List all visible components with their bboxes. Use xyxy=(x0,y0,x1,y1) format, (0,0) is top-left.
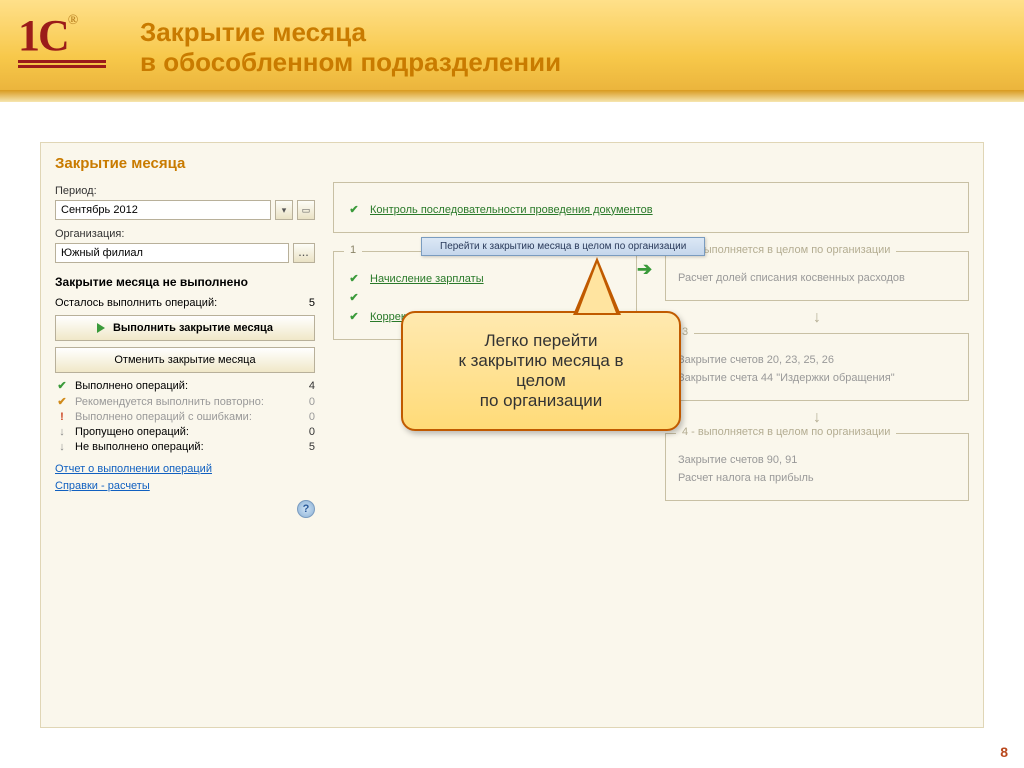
stat-line: ✔Рекомендуется выполнить повторно:0 xyxy=(55,395,315,408)
op-link[interactable]: Закрытие счетов 90, 91 xyxy=(678,454,797,466)
period-label: Период: xyxy=(55,185,315,197)
annotation-callout: Легко перейти к закрытию месяца в целом … xyxy=(401,311,681,431)
context-menu-item[interactable]: Перейти к закрытию месяца в целом по орг… xyxy=(421,237,705,256)
remaining-line: Осталось выполнить операций:5 xyxy=(55,297,315,309)
stage-3-box: 3 Закрытие счетов 20, 23, 25, 26 Закрыти… xyxy=(665,333,969,401)
check-icon: ✔ xyxy=(346,291,362,304)
op-link[interactable]: Закрытие счета 44 "Издержки обращения" xyxy=(678,372,895,384)
stage-0-box: ✔ Контроль последовательности проведения … xyxy=(333,182,969,233)
status-icon: ↓ xyxy=(55,441,69,453)
cancel-close-button[interactable]: Отменить закрытие месяца xyxy=(55,347,315,373)
org-picker[interactable]: ... xyxy=(293,243,315,263)
stat-line: ✔Выполнено операций:4 xyxy=(55,379,315,392)
status-icon: ! xyxy=(55,411,69,423)
logo-1c: 1C® xyxy=(18,14,106,68)
period-stepper[interactable]: ▾ xyxy=(275,200,293,220)
check-icon: ✔ xyxy=(346,203,362,216)
status-icon: ✔ xyxy=(55,379,69,392)
app-window: Закрытие месяца Период: Сентябрь 2012 ▾ … xyxy=(40,142,984,728)
op-link[interactable]: Закрытие счетов 20, 23, 25, 26 xyxy=(678,354,834,366)
stage-2-box: 2 - выполняется в целом по организации Р… xyxy=(665,251,969,301)
slide-title: Закрытие месяца в обособленном подраздел… xyxy=(140,18,1024,78)
left-panel: Период: Сентябрь 2012 ▾ ▭ Организация: Ю… xyxy=(55,182,315,518)
op-link[interactable]: Расчет долей списания косвенных расходов xyxy=(678,272,905,284)
op-link[interactable]: Начисление зарплаты xyxy=(370,273,484,285)
org-field[interactable]: Южный филиал xyxy=(55,243,289,263)
run-close-button[interactable]: Выполнить закрытие месяца xyxy=(55,315,315,341)
period-field[interactable]: Сентябрь 2012 xyxy=(55,200,271,220)
arrow-down-icon: ↓ xyxy=(665,309,969,327)
page-number: 8 xyxy=(1000,744,1008,760)
report-link[interactable]: Отчет о выполнении операций xyxy=(55,463,315,475)
app-title: Закрытие месяца xyxy=(55,155,969,172)
arrow-down-icon: ↓ xyxy=(665,409,969,427)
stat-line: ↓Пропущено операций:0 xyxy=(55,426,315,438)
arrow-right-icon: ➔ xyxy=(637,259,652,280)
check-icon: ✔ xyxy=(346,310,362,323)
status-heading: Закрытие месяца не выполнено xyxy=(55,275,315,289)
status-icon: ✔ xyxy=(55,395,69,408)
refs-link[interactable]: Справки - расчеты xyxy=(55,480,315,492)
check-icon: ✔ xyxy=(346,272,362,285)
slide-header: 1C® Закрытие месяца в обособленном подра… xyxy=(0,0,1024,96)
stat-line: ↓Не выполнено операций:5 xyxy=(55,441,315,453)
play-icon xyxy=(97,323,105,333)
op-link[interactable]: Контроль последовательности проведения д… xyxy=(370,204,653,216)
period-picker[interactable]: ▭ xyxy=(297,200,315,220)
op-link[interactable]: Расчет налога на прибыль xyxy=(678,472,814,484)
stat-line: !Выполнено операций с ошибками:0 xyxy=(55,411,315,423)
help-icon[interactable]: ? xyxy=(297,500,315,518)
org-label: Организация: xyxy=(55,228,315,240)
stage-4-box: 4 - выполняется в целом по организации З… xyxy=(665,433,969,501)
status-icon: ↓ xyxy=(55,426,69,438)
